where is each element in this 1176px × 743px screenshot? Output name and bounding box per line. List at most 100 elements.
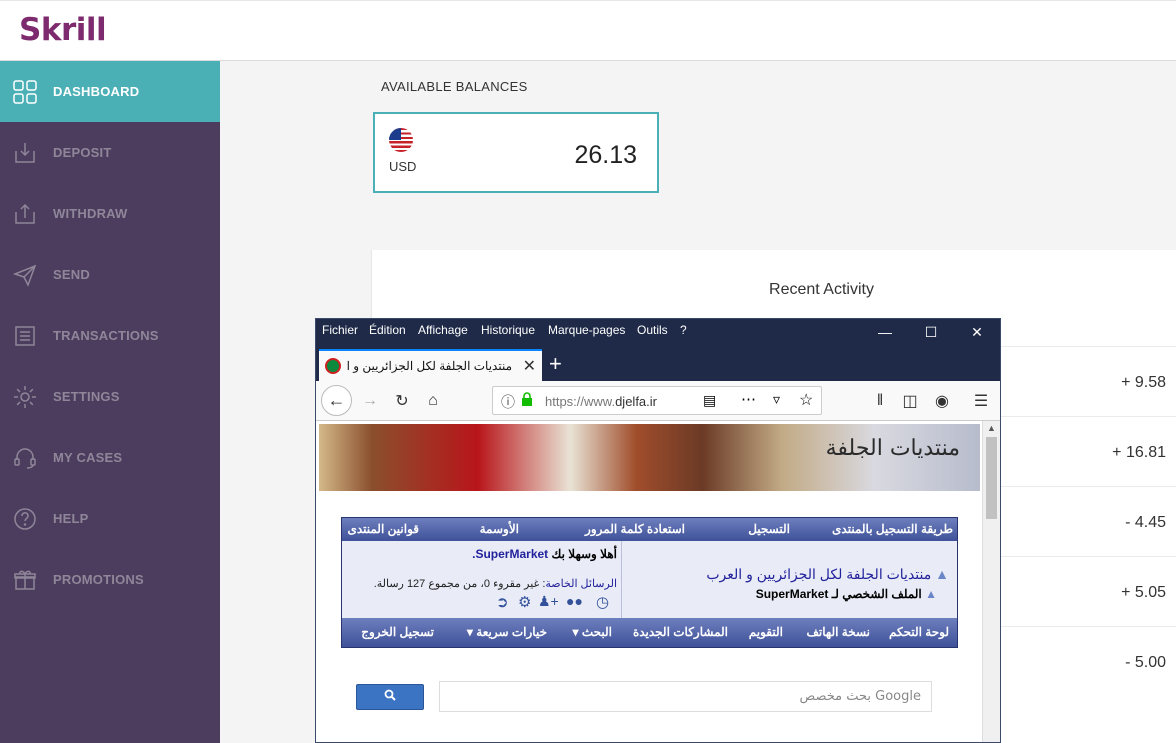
available-balances-heading: AVAILABLE BALANCES: [381, 79, 528, 94]
deposit-icon: [12, 140, 38, 166]
sidebar-item-help[interactable]: HELP: [0, 488, 220, 549]
menu-help[interactable]: ?: [680, 323, 687, 337]
hamburger-menu-icon[interactable]: ☰: [969, 389, 993, 413]
sidebar-item-withdraw[interactable]: WITHDRAW: [0, 183, 220, 244]
minimize-icon[interactable]: —: [874, 324, 896, 342]
extension-icon[interactable]: ◉: [930, 389, 954, 413]
menu-affichage[interactable]: Affichage: [418, 323, 468, 337]
transactions-icon: [12, 323, 38, 349]
menu-fichier[interactable]: Fichier: [322, 323, 358, 337]
link-quick-options: خيارات سريعة: [476, 625, 547, 639]
firefox-window[interactable]: Fichier Édition Affichage Historique Mar…: [315, 318, 1001, 743]
info-icon[interactable]: ⓘ: [501, 392, 515, 412]
profile-folder-icon: ▲: [925, 587, 937, 601]
forum-banner[interactable]: منتديات الجلفة: [319, 424, 980, 491]
balance-card[interactable]: USD 26.13: [373, 112, 659, 193]
pm-line: الرسائل الخاصة: غير مقروء 0، من مجموع 12…: [374, 577, 617, 590]
search-button[interactable]: [356, 684, 424, 710]
link-forum-rules[interactable]: قوانين المنتدى: [347, 522, 419, 536]
menu-historique[interactable]: Historique: [481, 323, 535, 337]
link-medals[interactable]: الأوسمة: [480, 522, 519, 536]
scroll-up-icon[interactable]: ▲: [987, 423, 996, 433]
site-title-line: ▲ منتديات الجلفة لكل الجزائريين و العرب: [706, 566, 949, 583]
clock-icon[interactable]: ◷: [596, 593, 609, 611]
sidebar-item-my-cases[interactable]: MY CASES: [0, 427, 220, 488]
sidebar-item-deposit[interactable]: DEPOSIT: [0, 122, 220, 183]
pm-link[interactable]: الرسائل الخاصة: [545, 578, 617, 590]
skrill-logo[interactable]: Skrill: [19, 12, 107, 48]
forum-user-panel: أهلا وسهلا بك SuperMarket. الرسائل الخاص…: [342, 541, 957, 618]
user-quick-icons: ➲ ⚙ ♟+ ●● ◷: [496, 593, 616, 611]
search-dropdown[interactable]: البحث ▾: [572, 625, 612, 639]
close-window-icon[interactable]: ✕: [966, 324, 988, 342]
page-scrollbar[interactable]: ▲: [982, 421, 1000, 742]
back-arrow-icon[interactable]: ←: [321, 385, 352, 416]
sidebar-item-transactions[interactable]: TRANSACTIONS: [0, 305, 220, 366]
scrollbar-thumb[interactable]: [986, 437, 997, 519]
forum-bottom-links: لوحة التحكم نسخة الهاتف التقويم المشاركا…: [342, 618, 957, 647]
forum-top-links: طريقة التسجيل بالمنتدى التسجيل استعادة ك…: [342, 518, 957, 541]
sidebar-item-label: MY CASES: [53, 450, 123, 465]
link-calendar[interactable]: التقويم: [749, 625, 783, 639]
pocket-icon[interactable]: ▿: [773, 391, 780, 408]
browser-navbar: ← → ↻ ⌂ ⓘ https://www.djelfa.ir ▤ ⋯ ▿ ☆ …: [316, 381, 1000, 421]
chat-icon[interactable]: ●●: [566, 593, 583, 609]
sidebar-item-label: HELP: [53, 511, 89, 526]
web-content: منتديات الجلفة طريقة التسجيل بالمنتدى ال…: [316, 421, 982, 742]
site-title[interactable]: منتديات الجلفة لكل الجزائريين و العرب: [706, 566, 931, 582]
chevron-down-icon: ▾: [466, 625, 473, 639]
url-text: https://www.djelfa.ir: [545, 394, 657, 409]
menu-outils[interactable]: Outils: [637, 323, 668, 337]
link-registration-method[interactable]: طريقة التسجيل بالمنتدى: [832, 522, 953, 536]
search-input[interactable]: [440, 682, 931, 711]
library-icon[interactable]: ‖: [868, 389, 892, 413]
sidebar-item-label: DEPOSIT: [53, 145, 112, 160]
reader-view-icon[interactable]: ▤: [703, 392, 716, 409]
link-password-recovery[interactable]: استعادة كلمة المرور: [585, 522, 685, 536]
search-icon: [384, 689, 396, 701]
logout-icon[interactable]: ➲: [496, 593, 509, 611]
gear-icon[interactable]: ⚙: [518, 593, 531, 611]
close-tab-icon[interactable]: ✕: [523, 356, 536, 376]
reload-icon[interactable]: ↻: [390, 389, 414, 413]
browser-tab[interactable]: منتديات الجلفة لكل الجزائريين و الع ✕: [319, 349, 542, 381]
new-tab-icon[interactable]: +: [549, 351, 562, 377]
sidebar-toggle-icon[interactable]: ◫: [898, 389, 922, 413]
forward-arrow-icon[interactable]: →: [358, 389, 382, 413]
google-search-box[interactable]: [439, 681, 932, 712]
quick-options-dropdown[interactable]: خيارات سريعة ▾: [467, 625, 547, 639]
link-control-panel[interactable]: لوحة التحكم: [889, 625, 949, 639]
link-logout[interactable]: تسجيل الخروج: [361, 625, 434, 639]
menu-marque-pages[interactable]: Marque-pages: [548, 323, 625, 337]
gift-icon: [12, 567, 38, 593]
help-icon: [12, 506, 38, 532]
link-search: البحث: [581, 625, 612, 639]
balance-currency: USD: [389, 159, 417, 174]
us-flag-icon: [389, 128, 413, 152]
browser-tabbar: منتديات الجلفة لكل الجزائريين و الع ✕ +: [316, 348, 1000, 381]
browser-menubar: Fichier Édition Affichage Historique Mar…: [316, 319, 1000, 348]
profile-link[interactable]: الملف الشخصي لـ SuperMarket: [756, 587, 922, 601]
add-friend-icon[interactable]: ♟+: [538, 593, 559, 610]
headset-icon: [12, 445, 38, 471]
sidebar-item-send[interactable]: SEND: [0, 244, 220, 305]
link-mobile-version[interactable]: نسخة الهاتف: [807, 625, 871, 639]
forum-navbar: طريقة التسجيل بالمنتدى التسجيل استعادة ك…: [341, 517, 958, 648]
sidebar-item-label: SETTINGS: [53, 389, 120, 404]
sidebar-item-dashboard[interactable]: DASHBOARD: [0, 61, 220, 122]
url-domain: djelfa.ir: [615, 394, 657, 409]
username-link[interactable]: SuperMarket.: [472, 547, 548, 561]
home-icon[interactable]: ⌂: [421, 389, 445, 413]
activity-amount: + 16.81: [1112, 444, 1166, 461]
link-register[interactable]: التسجيل: [748, 522, 790, 536]
djelfa-favicon-icon: [325, 358, 341, 374]
sidebar-item-promotions[interactable]: PROMOTIONS: [0, 549, 220, 610]
more-actions-icon[interactable]: ⋯: [741, 390, 756, 408]
menu-edition[interactable]: Édition: [369, 323, 406, 337]
link-new-posts[interactable]: المشاركات الجديدة: [633, 625, 728, 639]
bookmark-star-icon[interactable]: ☆: [799, 390, 813, 410]
maximize-icon[interactable]: ☐: [920, 324, 942, 342]
url-bar[interactable]: ⓘ https://www.djelfa.ir ▤ ⋯ ▿ ☆: [492, 386, 822, 415]
sidebar-item-settings[interactable]: SETTINGS: [0, 366, 220, 427]
balance-amount: 26.13: [574, 141, 637, 169]
